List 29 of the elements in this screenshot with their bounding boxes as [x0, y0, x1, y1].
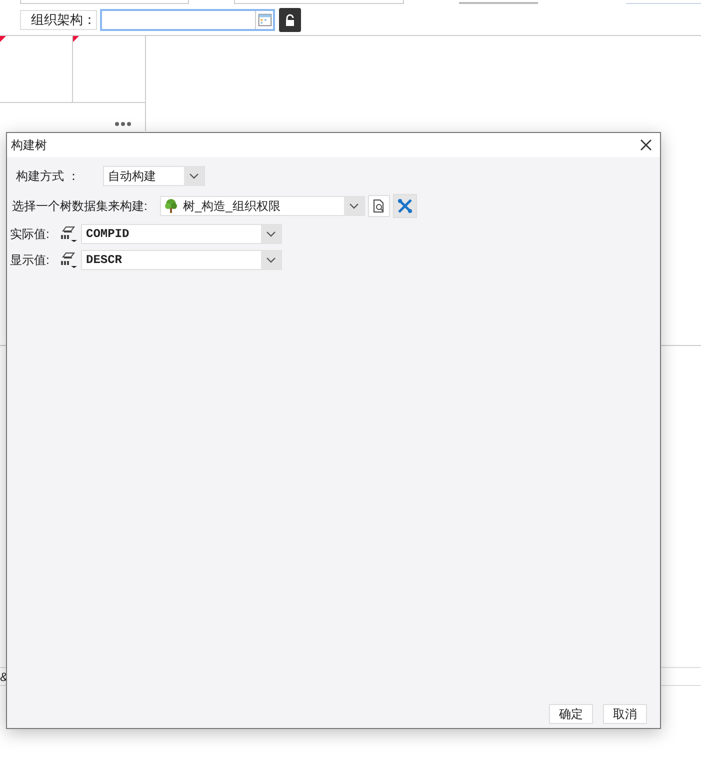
- date-input-field[interactable]: [100, 8, 275, 30]
- unlock-button[interactable]: [279, 8, 301, 32]
- dropdown-field[interactable]: COMPID: [81, 224, 282, 244]
- field-label: 构建方式 ：: [16, 168, 80, 185]
- tools-icon: [397, 198, 413, 214]
- dialog-title: 构建树: [11, 137, 47, 154]
- document-search-icon: [372, 199, 386, 213]
- corner-marker-icon: [0, 36, 6, 42]
- chevron-down-icon: [266, 256, 276, 262]
- close-icon[interactable]: [640, 139, 652, 151]
- dropdown-field[interactable]: 自动构建: [103, 166, 205, 186]
- calendar-icon: [255, 10, 273, 28]
- tree-icon: [163, 198, 179, 214]
- field-label: 显示值:: [10, 252, 50, 268]
- field-label: 选择一个树数据集来构建:: [12, 198, 148, 215]
- dropdown-field[interactable]: DESCR: [81, 250, 282, 270]
- dialog-button[interactable]: 取消: [603, 704, 647, 724]
- chevron-down-icon: [266, 230, 276, 236]
- unlock-icon: [285, 14, 295, 26]
- corner-marker-icon: [72, 36, 78, 42]
- chevron-down-icon: [349, 203, 359, 209]
- dialog-button[interactable]: 确定: [549, 704, 593, 724]
- tools-button[interactable]: [393, 194, 417, 218]
- dropdown-field[interactable]: 树_构造_组织权限: [160, 196, 365, 216]
- field-label: 组织架构：: [20, 10, 97, 30]
- more-icon[interactable]: [115, 122, 131, 126]
- preview-button[interactable]: [368, 195, 390, 217]
- field-label: 实际值:: [10, 226, 50, 242]
- chevron-down-icon: [189, 173, 199, 179]
